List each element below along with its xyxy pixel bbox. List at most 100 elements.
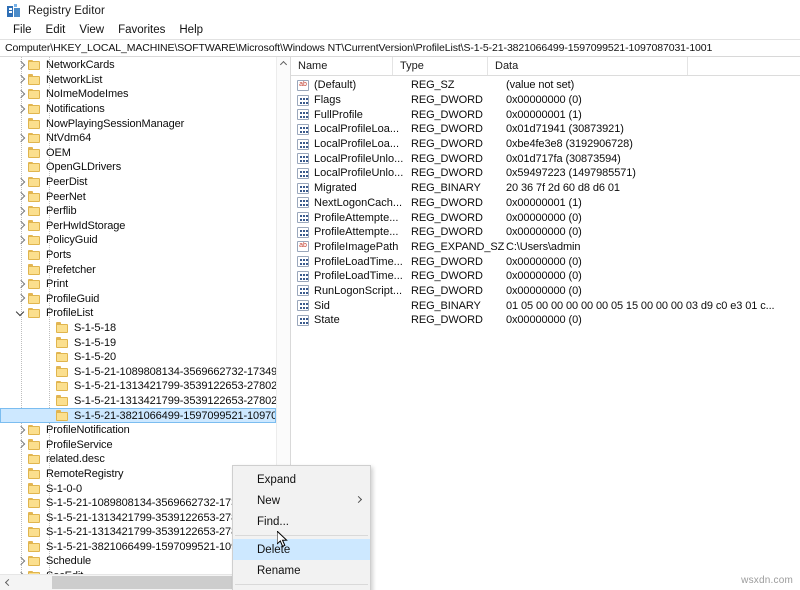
dword-value-icon — [297, 124, 309, 135]
chevron-right-icon[interactable] — [14, 233, 28, 247]
chevron-right-icon[interactable] — [14, 292, 28, 306]
tree-item[interactable]: S-1-5-20 — [0, 350, 276, 365]
value-row[interactable]: RunLogonScript...REG_DWORD0x00000000 (0) — [291, 284, 800, 299]
tree-item[interactable]: S-1-5-19 — [0, 335, 276, 350]
value-row[interactable]: MigratedREG_BINARY20 36 7f 2d 60 d8 d6 0… — [291, 181, 800, 196]
menu-view[interactable]: View — [72, 22, 111, 39]
chevron-right-icon[interactable] — [14, 87, 28, 101]
value-row[interactable]: FullProfileREG_DWORD0x00000001 (1) — [291, 107, 800, 122]
tree-item[interactable]: Perflib — [0, 204, 276, 219]
dword-value-icon — [297, 227, 309, 238]
tree-item-label: Notifications — [46, 103, 105, 115]
tree-item[interactable]: ProfileGuid — [0, 292, 276, 307]
chevron-right-icon[interactable] — [14, 277, 28, 291]
menu-edit[interactable]: Edit — [39, 22, 73, 39]
value-row[interactable]: ProfileAttempte...REG_DWORD0x00000000 (0… — [291, 225, 800, 240]
tree-item-label: OEM — [46, 147, 71, 159]
tree-item[interactable]: ProfileService — [0, 437, 276, 452]
chevron-right-icon[interactable] — [14, 204, 28, 218]
context-menu-item[interactable]: Find... — [233, 511, 370, 532]
scroll-up-icon[interactable] — [277, 57, 290, 70]
tree-node-stub — [42, 321, 56, 335]
value-row[interactable]: LocalProfileUnlo...REG_DWORD0x01d717fa (… — [291, 151, 800, 166]
tree-item[interactable]: S-1-5-21-1313421799-3539122653-278022103… — [0, 394, 276, 409]
value-row[interactable]: ProfileLoadTime...REG_DWORD0x00000000 (0… — [291, 254, 800, 269]
value-row[interactable]: (Default)REG_SZ(value not set) — [291, 78, 800, 93]
value-name-cell: (Default) — [291, 79, 411, 91]
dword-value-icon — [297, 212, 309, 223]
chevron-right-icon[interactable] — [14, 438, 28, 452]
value-row[interactable]: LocalProfileLoa...REG_DWORD0x01d71941 (3… — [291, 122, 800, 137]
tree-item[interactable]: S-1-5-18 — [0, 321, 276, 336]
context-menu-item[interactable]: New — [233, 490, 370, 511]
value-row[interactable]: SidREG_BINARY01 05 00 00 00 00 00 05 15 … — [291, 298, 800, 313]
chevron-right-icon[interactable] — [14, 423, 28, 437]
value-name: ProfileAttempte... — [314, 226, 398, 238]
tree-item[interactable]: OEM — [0, 146, 276, 161]
chevron-right-icon[interactable] — [14, 219, 28, 233]
address-bar[interactable]: Computer\HKEY_LOCAL_MACHINE\SOFTWARE\Mic… — [0, 39, 800, 57]
tree-item[interactable]: Prefetcher — [0, 262, 276, 277]
chevron-right-icon[interactable] — [14, 58, 28, 72]
value-row[interactable]: ProfileAttempte...REG_DWORD0x00000000 (0… — [291, 210, 800, 225]
column-header-name[interactable]: Name — [291, 57, 393, 75]
context-menu-item[interactable]: Expand — [233, 469, 370, 490]
tree-item[interactable]: ProfileNotification — [0, 423, 276, 438]
value-name: NextLogonCach... — [314, 197, 402, 209]
value-name: (Default) — [314, 79, 356, 91]
menu-file[interactable]: File — [6, 22, 39, 39]
tree-item[interactable]: NoImeModeImes — [0, 87, 276, 102]
value-row[interactable]: StateREG_DWORD0x00000000 (0) — [291, 313, 800, 328]
dword-value-icon — [297, 271, 309, 282]
folder-icon — [28, 89, 41, 100]
tree-item[interactable]: S-1-5-21-1313421799-3539122653-278022103… — [0, 379, 276, 394]
value-row[interactable]: NextLogonCach...REG_DWORD0x00000001 (1) — [291, 196, 800, 211]
string-value-icon — [297, 80, 309, 91]
column-header-type[interactable]: Type — [393, 57, 488, 75]
value-data: 0x00000000 (0) — [506, 314, 800, 326]
scroll-left-icon[interactable] — [0, 575, 15, 590]
tree-item-label: Print — [46, 278, 68, 290]
tree-item[interactable]: PerHwIdStorage — [0, 219, 276, 234]
tree-item[interactable]: PolicyGuid — [0, 233, 276, 248]
tree-item[interactable]: S-1-5-21-3821066499-1597099521-109708703… — [0, 408, 276, 423]
tree-item[interactable]: NtVdm64 — [0, 131, 276, 146]
context-menu-item[interactable]: Rename — [233, 560, 370, 581]
tree-item-label: OpenGLDrivers — [46, 161, 121, 173]
chevron-right-icon[interactable] — [14, 175, 28, 189]
tree-item[interactable]: NetworkList — [0, 73, 276, 88]
dword-value-icon — [297, 153, 309, 164]
column-header-data[interactable]: Data — [488, 57, 688, 75]
folder-icon — [28, 191, 41, 202]
value-row[interactable]: ProfileImagePathREG_EXPAND_SZC:\Users\ad… — [291, 240, 800, 255]
tree-item[interactable]: NetworkCards — [0, 58, 276, 73]
tree-item[interactable]: S-1-5-21-1089808134-3569662732-173495842… — [0, 364, 276, 379]
tree-item-label: S-1-5-20 — [74, 351, 116, 363]
value-data: 20 36 7f 2d 60 d8 d6 01 — [506, 182, 800, 194]
tree-item[interactable]: Ports — [0, 248, 276, 263]
tree-item[interactable]: NowPlayingSessionManager — [0, 116, 276, 131]
tree-item[interactable]: Print — [0, 277, 276, 292]
tree-item[interactable]: ProfileList — [0, 306, 276, 321]
value-row[interactable]: FlagsREG_DWORD0x00000000 (0) — [291, 93, 800, 108]
tree-item[interactable]: PeerNet — [0, 189, 276, 204]
tree-item[interactable]: PeerDist — [0, 175, 276, 190]
chevron-right-icon[interactable] — [14, 102, 28, 116]
tree-item-label: ProfileGuid — [46, 293, 99, 305]
value-row[interactable]: LocalProfileUnlo...REG_DWORD0x59497223 (… — [291, 166, 800, 181]
chevron-right-icon[interactable] — [14, 131, 28, 145]
tree-item[interactable]: OpenGLDrivers — [0, 160, 276, 175]
chevron-right-icon[interactable] — [14, 190, 28, 204]
chevron-right-icon[interactable] — [14, 73, 28, 87]
context-menu-item[interactable]: Delete — [233, 539, 370, 560]
chevron-right-icon[interactable] — [14, 554, 28, 568]
value-row[interactable]: LocalProfileLoa...REG_DWORD0xbe4fe3e8 (3… — [291, 137, 800, 152]
tree-item[interactable]: Notifications — [0, 102, 276, 117]
context-menu[interactable]: ExpandNewFind...DeleteRenameExportPermis… — [232, 465, 371, 590]
menu-help[interactable]: Help — [172, 22, 210, 39]
value-type: REG_BINARY — [411, 300, 506, 312]
value-type: REG_DWORD — [411, 314, 506, 326]
menu-favorites[interactable]: Favorites — [111, 22, 172, 39]
value-row[interactable]: ProfileLoadTime...REG_DWORD0x00000000 (0… — [291, 269, 800, 284]
chevron-down-icon[interactable] — [14, 306, 28, 320]
